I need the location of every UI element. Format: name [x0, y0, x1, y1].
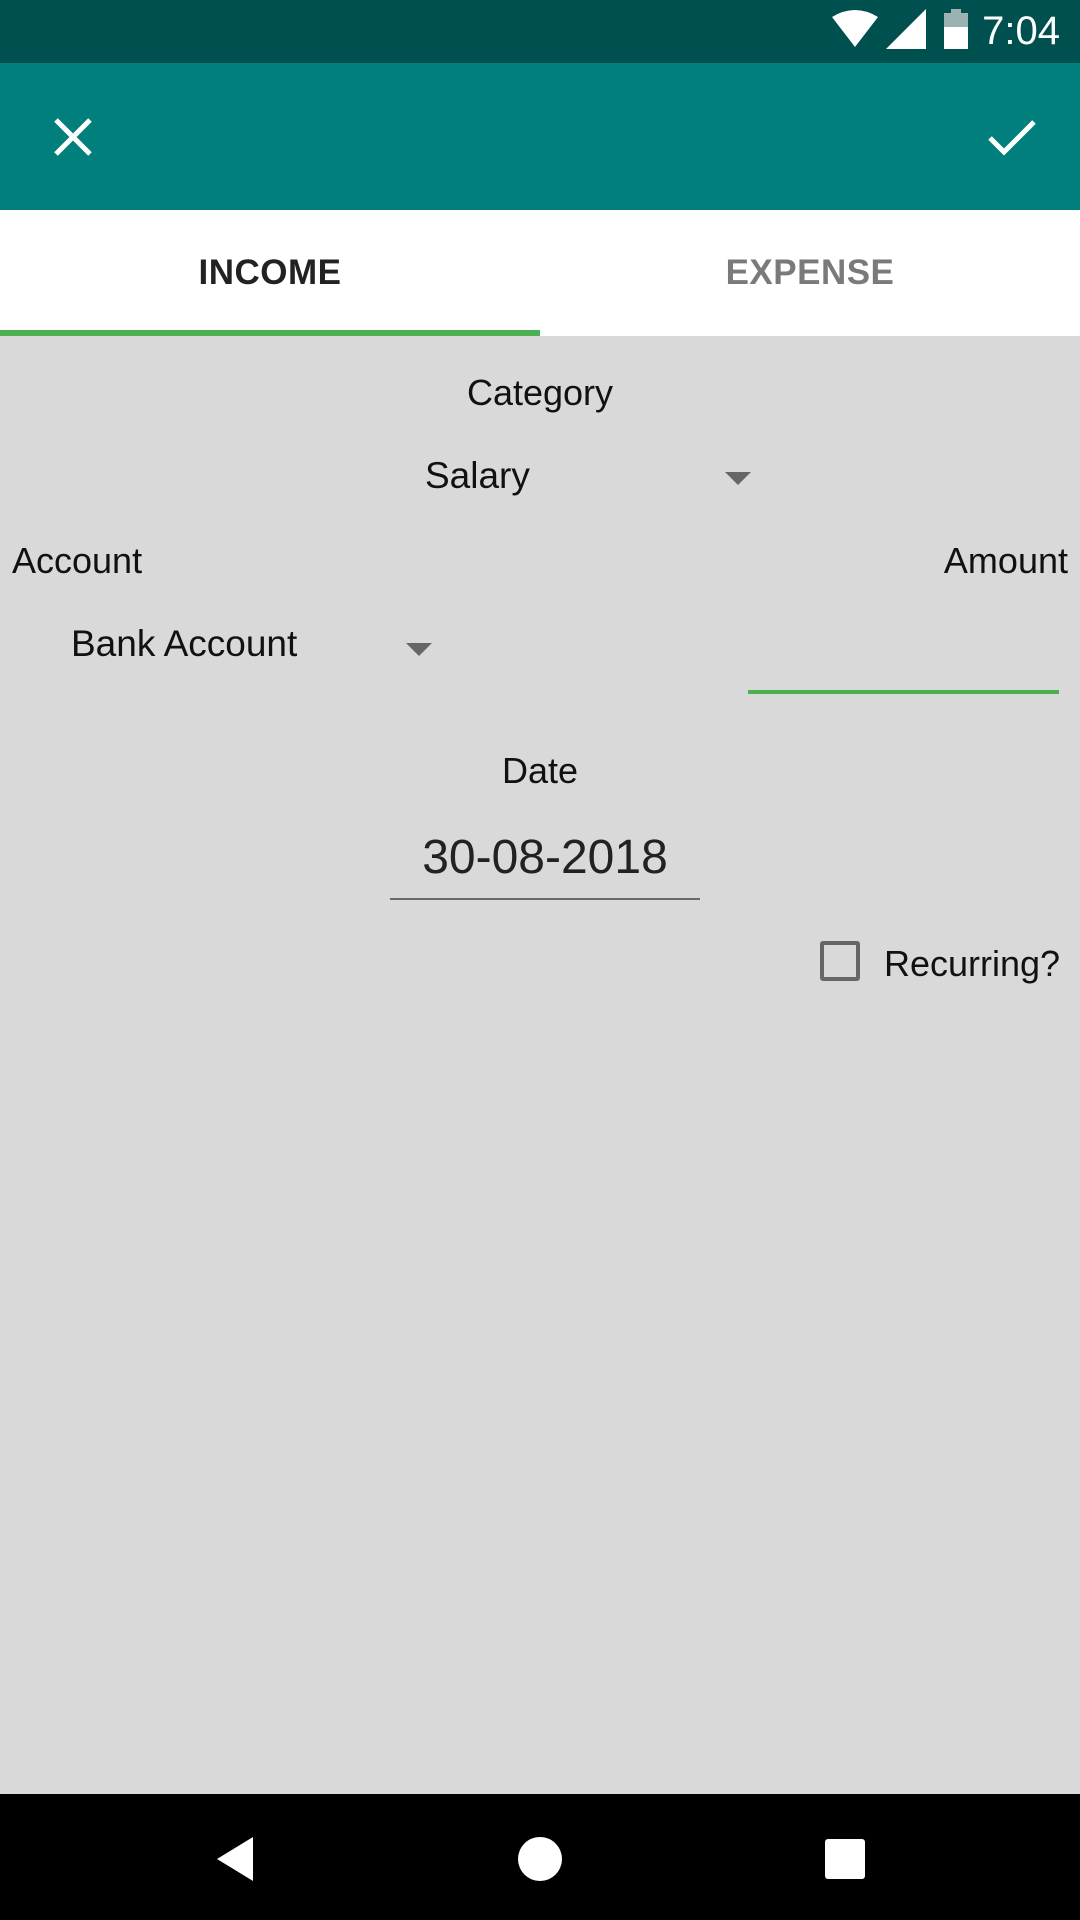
home-icon — [518, 1837, 562, 1881]
tab-income[interactable]: INCOME — [0, 210, 540, 336]
close-icon — [54, 118, 92, 156]
category-spinner[interactable]: Salary — [420, 450, 760, 510]
battery-icon — [944, 9, 969, 54]
back-button[interactable] — [200, 1824, 270, 1894]
wifi-icon — [832, 9, 879, 54]
status-time: 7:04 — [982, 9, 1060, 53]
tab-expense[interactable]: EXPENSE — [540, 210, 1080, 336]
recurring-label[interactable]: Recurring? — [884, 943, 1060, 985]
date-field[interactable]: 30-08-2018 — [390, 830, 700, 900]
amount-label: Amount — [943, 540, 1068, 581]
category-label: Category — [466, 372, 614, 413]
amount-underline — [748, 690, 1059, 694]
chevron-down-icon — [406, 643, 432, 656]
recents-icon — [825, 1839, 865, 1879]
confirm-button[interactable] — [974, 99, 1050, 175]
recents-button[interactable] — [810, 1824, 880, 1894]
account-spinner[interactable]: Bank Account — [60, 615, 445, 675]
tab-indicator — [0, 330, 540, 336]
status-bar: 7:04 — [0, 0, 1080, 63]
home-button[interactable] — [505, 1824, 575, 1894]
recurring-checkbox[interactable] — [820, 941, 860, 981]
signal-icon — [886, 9, 927, 54]
date-value: 30-08-2018 — [422, 831, 668, 884]
chevron-down-icon — [725, 472, 751, 485]
app-bar — [0, 63, 1080, 210]
status-icons: 7:04 — [832, 0, 1060, 63]
tab-bar: INCOME EXPENSE — [0, 210, 1080, 336]
amount-input[interactable] — [748, 620, 1059, 694]
close-button[interactable] — [35, 99, 111, 175]
account-label: Account — [12, 540, 143, 581]
back-icon — [217, 1837, 253, 1881]
check-icon — [988, 120, 1036, 156]
navigation-bar — [0, 1794, 1080, 1920]
date-underline — [390, 898, 700, 900]
account-value: Bank Account — [71, 623, 298, 664]
category-value: Salary — [425, 455, 530, 496]
date-label: Date — [501, 750, 579, 791]
